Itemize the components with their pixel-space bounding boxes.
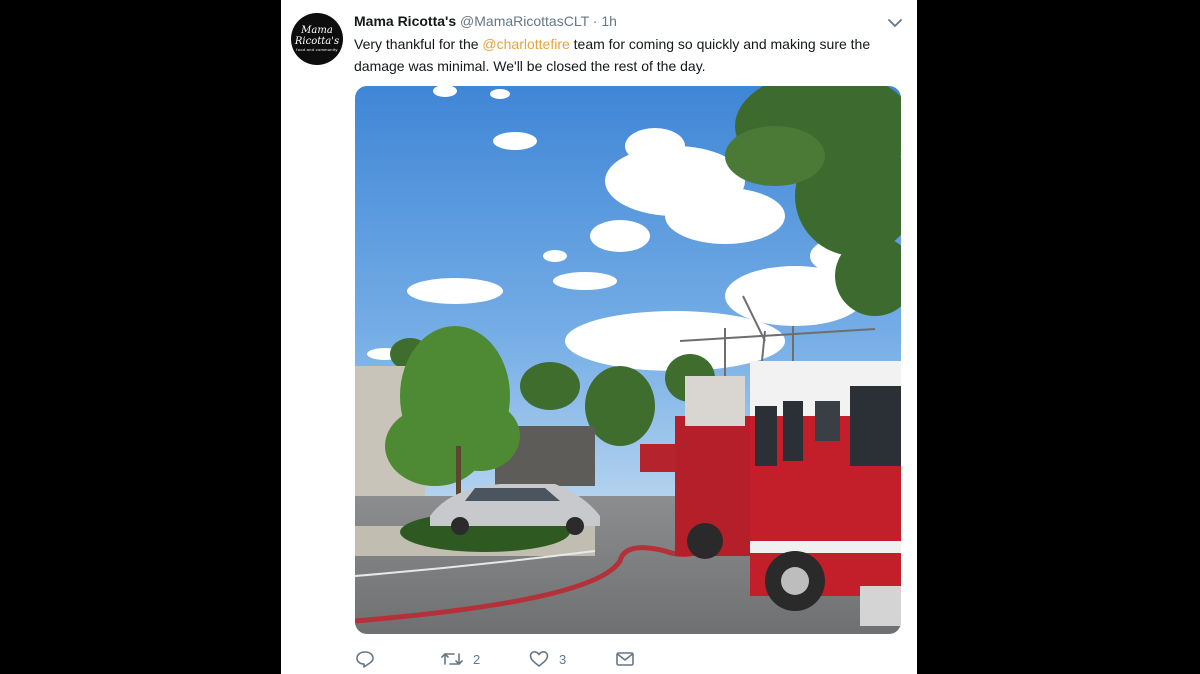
tweet-header: Mama Ricotta's @MamaRicottasCLT · 1h — [354, 13, 617, 31]
avatar-logo-line2: Ricotta's — [294, 35, 340, 47]
avatar-logo-tagline: food and community — [296, 46, 338, 52]
tweet-actions: 2 3 — [355, 648, 755, 670]
tweet-text-part1: Very thankful for the — [354, 36, 483, 52]
avatar[interactable]: Mama Ricotta's food and community — [291, 13, 343, 65]
tweet-timestamp[interactable]: 1h — [601, 13, 617, 29]
retweet-icon — [441, 651, 463, 667]
tweet-text: Very thankful for the @charlottefire tea… — [354, 33, 904, 77]
mention-link[interactable]: @charlottefire — [482, 36, 569, 52]
direct-message-button[interactable] — [615, 648, 635, 670]
separator-dot: · — [592, 13, 598, 29]
retweet-button[interactable]: 2 — [441, 648, 480, 670]
like-icon — [529, 650, 549, 668]
user-handle[interactable]: @MamaRicottasCLT — [460, 13, 589, 29]
like-button[interactable]: 3 — [529, 648, 566, 670]
direct-message-icon — [615, 651, 635, 667]
photo-scene — [355, 86, 901, 634]
distant-fire-truck — [640, 444, 675, 472]
reply-icon — [355, 650, 375, 668]
tweet-card[interactable]: Mama Ricotta's food and community Mama R… — [281, 0, 917, 674]
reply-button[interactable] — [355, 648, 385, 670]
like-count: 3 — [559, 651, 567, 667]
caret-down-icon[interactable] — [887, 16, 903, 28]
display-name[interactable]: Mama Ricotta's — [354, 13, 456, 29]
tweet-photo[interactable] — [355, 86, 901, 634]
retweet-count: 2 — [473, 651, 481, 667]
avatar-logo-line1: Mama — [301, 24, 333, 36]
